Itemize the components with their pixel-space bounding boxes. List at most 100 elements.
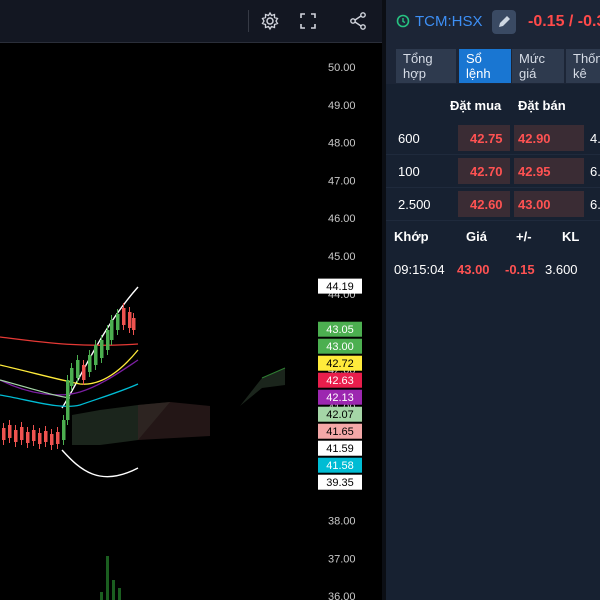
info-tabs: Tổng hợp Sổ lệnh Mức giá Thốn kê (386, 44, 600, 84)
price-axis-tick: 50.00 (328, 62, 356, 74)
chart-panel[interactable]: 50.0049.0048.0047.0046.0045.0044.0043.00… (0, 0, 382, 600)
candle-body (82, 365, 86, 380)
pencil-icon (499, 16, 510, 27)
price-tag: 44.19 (326, 281, 354, 293)
matched-time-header: Khớp (394, 229, 429, 244)
matched-price: 43.00 (457, 262, 490, 277)
candle-body (94, 345, 98, 365)
matched-volume-header: KL (562, 229, 580, 244)
tab-label: Thốn (573, 51, 600, 66)
candle-body (110, 320, 114, 340)
candle-body (50, 434, 54, 445)
chart-toolbar (0, 0, 382, 43)
bid-header: Đặt mua (450, 98, 502, 113)
fullscreen-icon[interactable] (298, 11, 318, 31)
ask-header: Đặt bán (518, 98, 566, 113)
candle-body (100, 340, 104, 358)
candle-body (70, 368, 74, 386)
ask-volume: 4. (590, 131, 600, 146)
candle-body (32, 430, 36, 441)
volume-bar (118, 588, 121, 600)
tab-label: kê (573, 66, 587, 81)
gear-icon[interactable] (260, 11, 280, 31)
tab-label: Mức (519, 51, 546, 66)
volume-bar (100, 592, 103, 600)
bid-volume: 100 (398, 164, 420, 179)
price-tag: 43.00 (326, 341, 354, 353)
clock-icon (396, 14, 410, 28)
candle-body (88, 355, 92, 372)
price-axis-tick: 38.00 (328, 516, 356, 528)
candle-body (76, 360, 80, 378)
toolbar-separator (248, 10, 249, 32)
candle-body (132, 318, 136, 330)
matched-time: 09:15:04 (394, 262, 445, 277)
tab-order-book[interactable]: Sổ lệnh (459, 49, 511, 83)
price-tag: 42.07 (326, 409, 354, 421)
candle-body (20, 427, 24, 440)
price-tag: 42.72 (326, 358, 354, 370)
edit-symbol-button[interactable] (492, 10, 516, 34)
ask-volume: 6. (590, 164, 600, 179)
order-book: Đặt mua Đặt bán 600 42.75 42.90 4. 100 4… (386, 84, 600, 600)
candle-body (62, 420, 66, 440)
candle-body (8, 425, 12, 438)
price-tag: 41.59 (326, 443, 354, 455)
price-tag: 39.35 (326, 477, 354, 489)
candle-body (44, 431, 48, 442)
stock-symbol[interactable]: TCM:HSX (415, 13, 483, 30)
candle-body (66, 380, 70, 420)
price-change: -0.15 / -0.3 (528, 13, 600, 30)
matched-volume: 3.600 (545, 262, 578, 277)
price-axis-tick: 36.00 (328, 591, 356, 600)
volume-bar (112, 580, 115, 600)
candle-body (38, 433, 42, 444)
price-tag: 43.05 (326, 324, 354, 336)
tab-label: lệnh (466, 66, 491, 81)
candle-body (56, 432, 60, 444)
price-tag: 41.58 (326, 460, 354, 472)
candle-body (122, 308, 126, 325)
share-icon[interactable] (348, 11, 368, 31)
candle-body (128, 312, 132, 328)
tab-summary[interactable]: Tổng hợp (396, 49, 456, 83)
order-book-row: 100 42.70 42.95 6. (386, 155, 600, 188)
candle-body (26, 432, 30, 443)
price-tag: 42.63 (326, 375, 354, 387)
candle-body (116, 314, 120, 330)
price-tag: 41.65 (326, 426, 354, 438)
candle-body (2, 428, 6, 440)
ask-price[interactable]: 42.95 (518, 164, 551, 179)
tab-price-levels[interactable]: Mức giá (512, 49, 564, 83)
tab-label: hợp (403, 66, 426, 81)
bid-volume: 600 (398, 131, 420, 146)
tab-label: giá (519, 66, 537, 81)
ask-price[interactable]: 42.90 (518, 131, 551, 146)
order-book-row: 2.500 42.60 43.00 6. (386, 188, 600, 221)
price-axis-tick: 37.00 (328, 553, 356, 565)
bid-volume: 2.500 (398, 197, 431, 212)
bid-price[interactable]: 42.60 (470, 197, 503, 212)
price-axis-tick: 46.00 (328, 213, 356, 225)
price-axis-tick: 49.00 (328, 100, 356, 112)
stock-info-panel: TCM:HSX -0.15 / -0.3 Tổng hợp Sổ lệnh Mứ… (386, 0, 600, 600)
matched-change: -0.15 (505, 262, 535, 277)
tab-label: Tổng (403, 51, 433, 66)
tab-label: Sổ (466, 51, 482, 66)
price-axis-tick: 47.00 (328, 175, 356, 187)
volume-bar (106, 556, 109, 600)
bid-price[interactable]: 42.70 (470, 164, 503, 179)
price-axis-tick: 45.00 (328, 251, 356, 263)
order-book-row: 600 42.75 42.90 4. (386, 122, 600, 155)
price-chart[interactable]: 50.0049.0048.0047.0046.0045.0044.0043.00… (0, 0, 382, 600)
stock-header: TCM:HSX -0.15 / -0.3 (386, 0, 600, 44)
candle-body (14, 430, 18, 442)
tab-statistics[interactable]: Thốn kê (566, 49, 600, 83)
price-axis-tick: 48.00 (328, 138, 356, 150)
bid-price[interactable]: 42.75 (470, 131, 503, 146)
ask-price[interactable]: 43.00 (518, 197, 551, 212)
price-tag: 42.13 (326, 392, 354, 404)
matched-price-header: Giá (466, 229, 487, 244)
candle-body (106, 330, 110, 350)
ask-volume: 6. (590, 197, 600, 212)
